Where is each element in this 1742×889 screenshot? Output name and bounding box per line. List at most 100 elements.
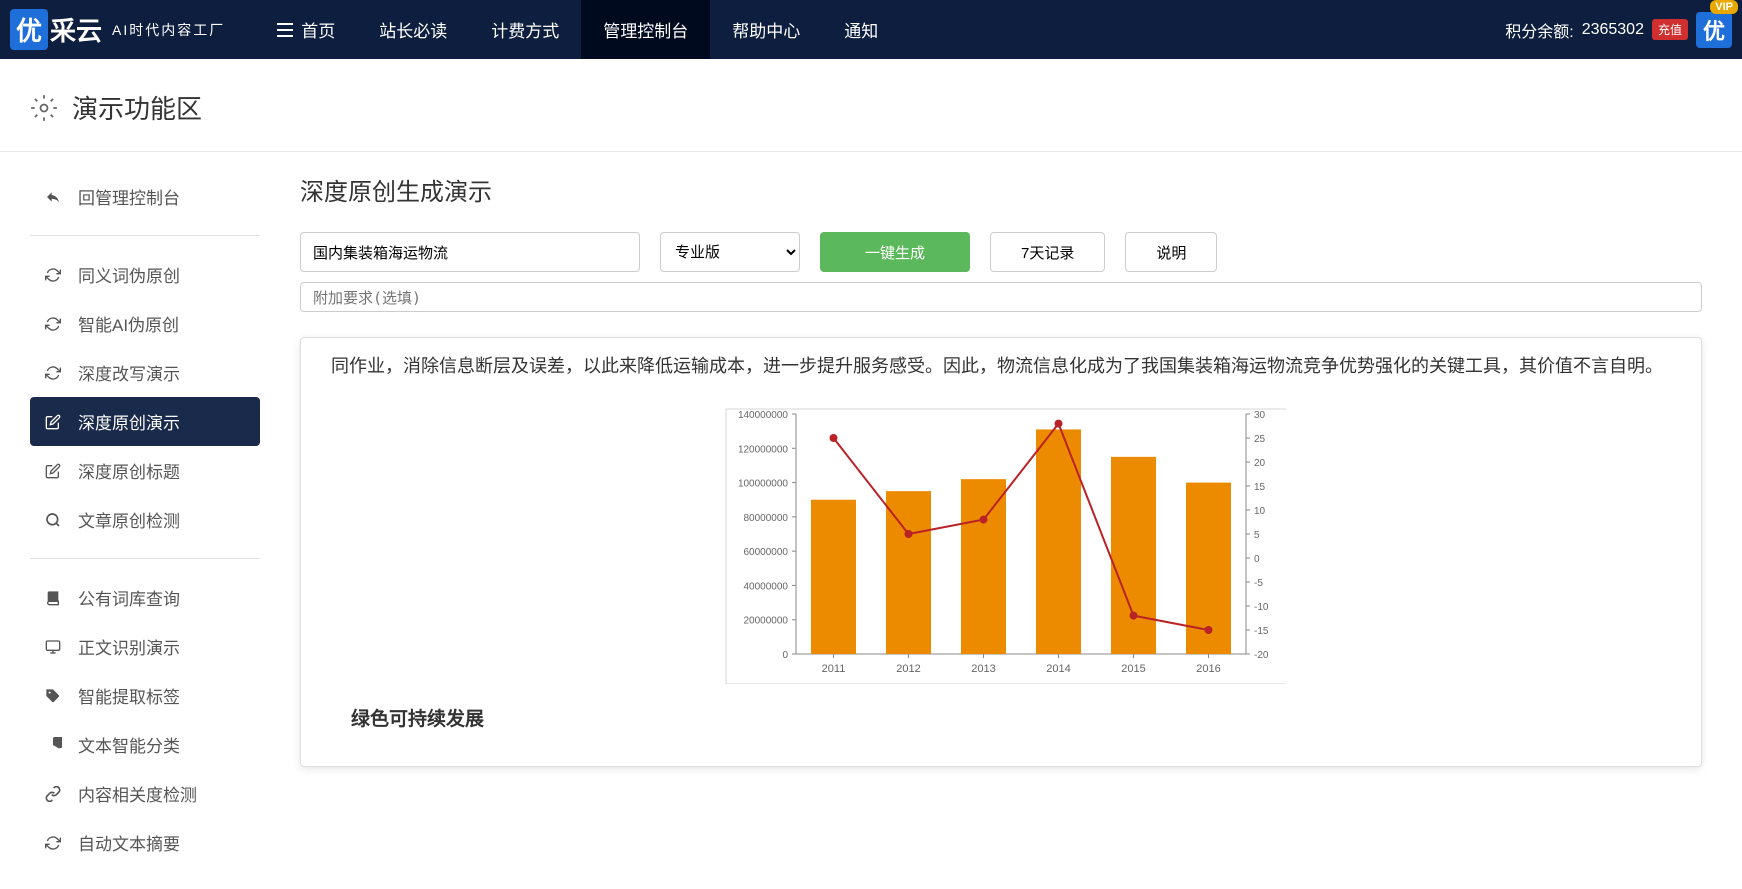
chart: 0 20000000 40000000 60000000 80000000 1000000… bbox=[716, 404, 1286, 684]
nav-webmaster[interactable]: 站长必读 bbox=[357, 0, 469, 59]
svg-text:-10: -10 bbox=[1254, 602, 1269, 613]
nav-notify[interactable]: 通知 bbox=[822, 0, 900, 59]
nav-label: 计费方式 bbox=[491, 17, 559, 42]
svg-text:10: 10 bbox=[1254, 506, 1266, 517]
nav-billing[interactable]: 计费方式 bbox=[469, 0, 581, 59]
svg-text:-15: -15 bbox=[1254, 626, 1269, 637]
svg-text:-5: -5 bbox=[1254, 578, 1263, 589]
result-paragraph: 同作业，消除信息断层及误差，以此来降低运输成本，进一步提升服务感受。因此，物流信… bbox=[331, 348, 1671, 384]
svg-text:2012: 2012 bbox=[896, 663, 920, 675]
sidebar-item[interactable]: 智能AI伪原创 bbox=[30, 299, 260, 348]
history-button[interactable]: 7天记录 bbox=[990, 232, 1105, 272]
sidebar-item-label: 深度原创演示 bbox=[78, 409, 180, 434]
sidebar-item-label: 智能提取标签 bbox=[78, 683, 180, 708]
result-panel[interactable]: 同作业，消除信息断层及误差，以此来降低运输成本，进一步提升服务感受。因此，物流信… bbox=[300, 337, 1702, 767]
page-title: 演示功能区 bbox=[72, 89, 202, 126]
main-content: 深度原创生成演示 专业版 一键生成 7天记录 说明 同作业，消除信息断层及误差，… bbox=[290, 152, 1742, 887]
sidebar-item[interactable]: 深度原创标题 bbox=[30, 446, 260, 495]
logo[interactable]: 优 采云 AI时代内容工厂 bbox=[0, 9, 225, 50]
sidebar-item-label: 同义词伪原创 bbox=[78, 262, 180, 287]
svg-text:0: 0 bbox=[1254, 554, 1260, 565]
search-icon bbox=[44, 512, 64, 528]
sidebar-divider bbox=[30, 235, 260, 236]
sidebar-item-label: 自动文本摘要 bbox=[78, 830, 180, 855]
sidebar-divider bbox=[30, 558, 260, 559]
sidebar-item-label: 深度原创标题 bbox=[78, 458, 180, 483]
sidebar-item[interactable]: 智能提取标签 bbox=[30, 671, 260, 720]
points-label: 积分余额: bbox=[1505, 18, 1573, 42]
svg-text:20: 20 bbox=[1254, 458, 1266, 469]
refresh-icon bbox=[44, 316, 64, 332]
sidebar-item[interactable]: 文本智能分类 bbox=[30, 720, 260, 769]
sidebar-item[interactable]: 正文识别演示 bbox=[30, 622, 260, 671]
logo-text: 采云 bbox=[50, 11, 102, 48]
svg-text:2013: 2013 bbox=[971, 663, 995, 675]
desktop-icon bbox=[44, 639, 64, 655]
top-header: 优 采云 AI时代内容工厂 首页 站长必读 计费方式 管理控制台 帮助中心 通知… bbox=[0, 0, 1742, 59]
logo-box: 优 bbox=[10, 9, 48, 50]
vip-badge-wrap[interactable]: VIP 优 bbox=[1696, 12, 1732, 48]
sidebar-item[interactable]: 深度改写演示 bbox=[30, 348, 260, 397]
generate-button[interactable]: 一键生成 bbox=[820, 232, 970, 272]
result-subheading: 绿色可持续发展 bbox=[351, 704, 1671, 731]
refresh-icon bbox=[44, 835, 64, 851]
sidebar-item-label: 回管理控制台 bbox=[78, 184, 180, 209]
sidebar: 回管理控制台同义词伪原创智能AI伪原创深度改写演示深度原创演示深度原创标题文章原… bbox=[0, 152, 290, 887]
svg-text:60000000: 60000000 bbox=[744, 547, 789, 558]
svg-text:2016: 2016 bbox=[1196, 663, 1220, 675]
nav-home[interactable]: 首页 bbox=[255, 0, 357, 59]
controls-row: 专业版 一键生成 7天记录 说明 bbox=[300, 232, 1702, 272]
sidebar-item[interactable]: 公有词库查询 bbox=[30, 573, 260, 622]
gear-icon bbox=[30, 94, 58, 122]
svg-text:140000000: 140000000 bbox=[738, 410, 788, 421]
sidebar-item[interactable]: 回管理控制台 bbox=[30, 172, 260, 221]
keyword-input[interactable] bbox=[300, 232, 640, 272]
svg-text:40000000: 40000000 bbox=[744, 581, 789, 592]
recharge-button[interactable]: 充值 bbox=[1652, 19, 1688, 40]
sidebar-item[interactable]: 深度原创演示 bbox=[30, 397, 260, 446]
svg-text:2011: 2011 bbox=[822, 663, 846, 675]
svg-text:2014: 2014 bbox=[1046, 663, 1070, 675]
svg-text:25: 25 bbox=[1254, 434, 1266, 445]
nav-label: 站长必读 bbox=[379, 17, 447, 42]
sidebar-item-label: 正文识别演示 bbox=[78, 634, 180, 659]
edit-icon bbox=[44, 414, 64, 430]
reply-icon bbox=[44, 189, 64, 205]
tag-icon bbox=[44, 688, 64, 704]
nav-label: 帮助中心 bbox=[732, 17, 800, 42]
nav-label: 通知 bbox=[844, 17, 878, 42]
svg-text:120000000: 120000000 bbox=[738, 444, 788, 455]
refresh-icon bbox=[44, 267, 64, 283]
sidebar-item-label: 文章原创检测 bbox=[78, 507, 180, 532]
svg-text:15: 15 bbox=[1254, 482, 1266, 493]
help-button[interactable]: 说明 bbox=[1125, 232, 1217, 272]
points-value: 2365302 bbox=[1582, 21, 1644, 39]
sidebar-item-label: 深度改写演示 bbox=[78, 360, 180, 385]
header-right: 积分余额: 2365302 充值 VIP 优 bbox=[1505, 12, 1742, 48]
sidebar-item-label: 公有词库查询 bbox=[78, 585, 180, 610]
refresh-icon bbox=[44, 365, 64, 381]
vip-logo: 优 bbox=[1696, 12, 1732, 48]
sidebar-item-label: 文本智能分类 bbox=[78, 732, 180, 757]
svg-text:80000000: 80000000 bbox=[744, 513, 789, 524]
nav-console[interactable]: 管理控制台 bbox=[581, 0, 710, 59]
svg-text:100000000: 100000000 bbox=[738, 479, 788, 490]
nav-help[interactable]: 帮助中心 bbox=[710, 0, 822, 59]
sidebar-item-label: 智能AI伪原创 bbox=[78, 311, 179, 336]
extra-requirements-input[interactable] bbox=[300, 282, 1702, 312]
nav-label: 首页 bbox=[301, 17, 335, 42]
sidebar-item[interactable]: 文章原创检测 bbox=[30, 495, 260, 544]
svg-text:0: 0 bbox=[782, 650, 788, 661]
list-icon bbox=[277, 23, 293, 37]
svg-text:2015: 2015 bbox=[1121, 663, 1145, 675]
sidebar-item[interactable]: 自动文本摘要 bbox=[30, 818, 260, 867]
sidebar-item-label: 内容相关度检测 bbox=[78, 781, 197, 806]
svg-text:20000000: 20000000 bbox=[744, 616, 789, 627]
link-icon bbox=[44, 786, 64, 802]
svg-text:-20: -20 bbox=[1254, 650, 1269, 661]
sidebar-item[interactable]: 同义词伪原创 bbox=[30, 250, 260, 299]
pie-icon bbox=[44, 737, 64, 753]
sidebar-item[interactable]: 内容相关度检测 bbox=[30, 769, 260, 818]
nav-label: 管理控制台 bbox=[603, 17, 688, 42]
version-select[interactable]: 专业版 bbox=[660, 232, 800, 272]
